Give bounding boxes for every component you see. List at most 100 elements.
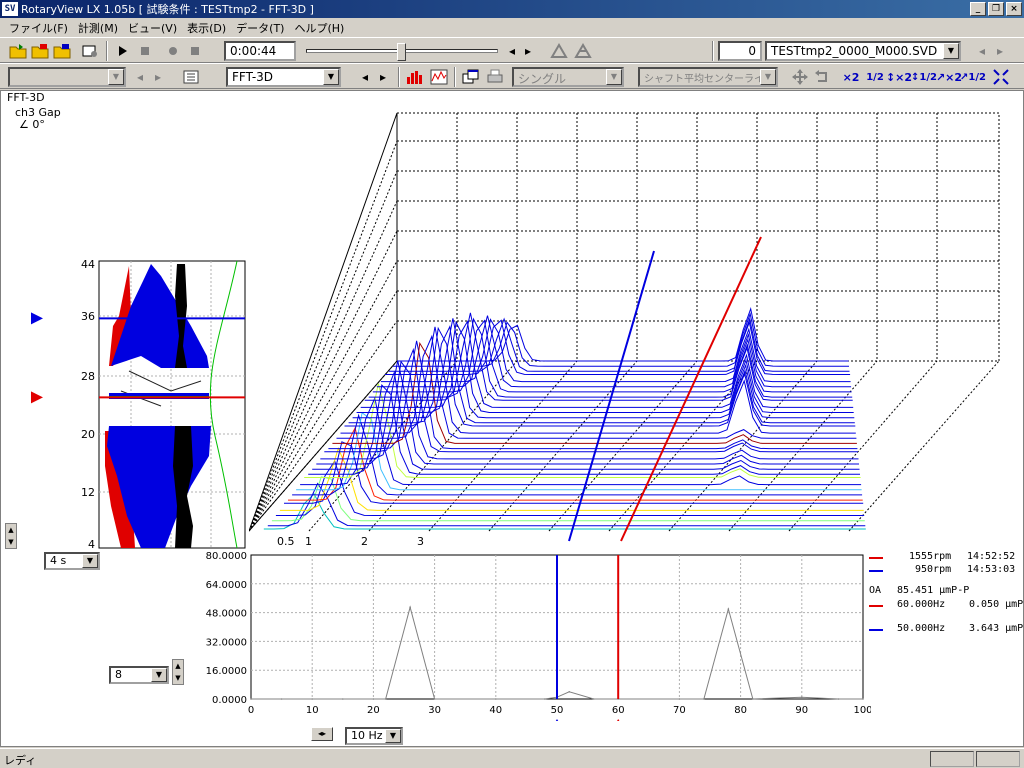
red-triangle-marker-icon[interactable]	[612, 719, 624, 721]
spectrum-x-axis: 0 10 20 30 40 50 60 70 80 90 100	[248, 705, 871, 716]
play-icon[interactable]	[114, 41, 132, 61]
legend-value-row: 50.000Hz 3.643 μmP	[869, 623, 1023, 637]
legend-time: 14:53:03	[967, 564, 1016, 575]
legend-time: 14:52:52	[967, 551, 1016, 562]
freq-shift-icon[interactable]: ◂▸	[311, 727, 333, 741]
print-icon[interactable]	[484, 67, 506, 87]
move-icon[interactable]	[790, 67, 810, 87]
spectrum-point	[678, 698, 681, 700]
bar-chart-icon[interactable]	[404, 67, 426, 87]
freq-range-value: 10 Hz	[351, 729, 383, 742]
menu-help[interactable]: ヘルプ(H)	[289, 19, 349, 37]
spectrum-y-tick: 0.0000	[212, 695, 247, 706]
spectrum-point	[280, 698, 283, 700]
open-condition-icon[interactable]	[30, 41, 50, 61]
time-range-select[interactable]: 4 s ▼	[44, 552, 100, 570]
line-select[interactable]: シャフト平均センターライン ▼	[638, 67, 778, 87]
minimize-button[interactable]: _	[970, 2, 986, 16]
stop-record-icon[interactable]	[186, 41, 204, 61]
next-channel-icon[interactable]: ▸	[151, 67, 165, 87]
freq-range-select[interactable]: 10 Hz ▼	[345, 727, 403, 745]
angle-label: ∠ 0°	[19, 118, 45, 131]
zoom-y-in-icon[interactable]: ↕×2	[886, 67, 912, 87]
menu-file[interactable]: ファイル(F)	[4, 19, 73, 37]
spinner-down-icon[interactable]: ▼	[6, 536, 16, 548]
spectrum-x-tick: 40	[489, 705, 502, 716]
legend-freq: 60.000Hz	[897, 599, 946, 610]
spectrum-x-tick: 20	[367, 705, 380, 716]
chevron-down-icon[interactable]: ▼	[108, 69, 124, 85]
legend-amp: 3.643 μmP	[969, 623, 1024, 634]
menu-measure[interactable]: 計測(M)	[73, 19, 123, 37]
zoom-x-out-icon[interactable]: 1/2	[864, 67, 886, 87]
spectrum-x-tick: 50	[551, 705, 564, 716]
waterfall-axis-label: 1	[305, 535, 312, 548]
next-view-icon[interactable]: ▸	[376, 67, 390, 87]
chevron-down-icon[interactable]: ▼	[151, 668, 167, 682]
red-cursor-marker-icon[interactable]	[31, 391, 43, 404]
chevron-down-icon[interactable]: ▼	[760, 69, 776, 85]
toolbar-view: ▼ ◂ ▸ FFT-3D ▼ ◂ ▸ シングル ▼ シャフト平均センターライン …	[0, 63, 1024, 89]
file-select[interactable]: TESTtmp2_0000_M000.SVD ▼	[765, 41, 961, 61]
spinner-up-icon[interactable]: ▲	[6, 524, 16, 536]
spectrum-y-tick: 64.0000	[206, 580, 247, 591]
undo-icon[interactable]	[812, 67, 832, 87]
view-select[interactable]: FFT-3D ▼	[226, 67, 341, 87]
zoom-y-out-icon[interactable]: ↕1/2	[911, 67, 937, 87]
open-folder-icon[interactable]	[8, 41, 28, 61]
chevron-down-icon[interactable]: ▼	[943, 43, 959, 59]
chevron-down-icon[interactable]: ▼	[323, 69, 339, 85]
chevron-down-icon[interactable]: ▼	[82, 554, 98, 568]
seek-slider-thumb[interactable]	[397, 43, 406, 61]
spectrum-point	[862, 698, 864, 700]
record-icon[interactable]	[164, 41, 182, 61]
menu-display[interactable]: 表示(D)	[182, 19, 231, 37]
restore-button[interactable]: ❐	[988, 2, 1004, 16]
menu-data[interactable]: データ(T)	[231, 19, 289, 37]
mode-select[interactable]: シングル ▼	[512, 67, 624, 87]
spectrum-point	[568, 691, 571, 693]
blue-cursor-marker-icon[interactable]	[31, 312, 43, 325]
waveform-icon[interactable]	[428, 67, 450, 87]
zoom-x-in-icon[interactable]: ×2	[840, 67, 862, 87]
list-icon[interactable]	[180, 67, 202, 87]
spectrum-x-tick: 10	[306, 705, 319, 716]
fit-icon[interactable]	[990, 67, 1012, 87]
step-forward-icon[interactable]: ▸	[521, 41, 535, 61]
zoom-z-out-icon[interactable]: ↗1/2	[960, 67, 986, 87]
copy-window-icon[interactable]	[460, 67, 482, 87]
prev-file-icon[interactable]: ◂	[975, 41, 989, 61]
next-file-icon[interactable]: ▸	[993, 41, 1007, 61]
prev-view-icon[interactable]: ◂	[358, 67, 372, 87]
app-icon: SV	[2, 2, 18, 16]
view-select-value: FFT-3D	[232, 70, 274, 84]
stop-icon[interactable]	[136, 41, 154, 61]
chevron-down-icon[interactable]: ▼	[385, 729, 401, 743]
menu-view[interactable]: ビュー(V)	[123, 19, 182, 37]
spectrum-y-tick: 80.0000	[206, 551, 247, 562]
line-count-select[interactable]: 8 ▼	[109, 666, 169, 684]
side-y-tick: 36	[81, 310, 95, 323]
spectrum-2d-plot: 80.0000 64.0000 48.0000 32.0000 16.0000 0.000…	[206, 551, 871, 721]
mark-icon[interactable]	[548, 41, 570, 61]
blue-triangle-marker-icon[interactable]	[551, 719, 563, 721]
mark-edit-icon[interactable]	[572, 41, 594, 61]
prev-channel-icon[interactable]: ◂	[133, 67, 147, 87]
close-button[interactable]: ×	[1006, 2, 1022, 16]
side-spinner[interactable]: ▲ ▼	[5, 523, 17, 549]
zoom-z-in-icon[interactable]: ↗×2	[936, 67, 962, 87]
chevron-down-icon[interactable]: ▼	[606, 69, 622, 85]
spectrum-point	[372, 698, 375, 700]
title-bar: SV RotaryView LX 1.05b [ 試験条件 : TESTtmp2…	[0, 0, 1024, 18]
spectrum-point	[311, 698, 313, 700]
oa-value: 85.451 μmP-P	[897, 585, 970, 596]
status-cell	[976, 751, 1020, 767]
spectrum-x-tick: 80	[734, 705, 747, 716]
step-back-icon[interactable]: ◂	[505, 41, 519, 61]
settings-icon[interactable]	[80, 41, 100, 61]
spectrum-y-axis: 80.0000 64.0000 48.0000 32.0000 16.0000 0.000…	[206, 551, 247, 706]
save-folder-icon[interactable]	[52, 41, 72, 61]
legend-panel: 1555rpm 14:52:52 950rpm 14:53:03 OA 85.4…	[869, 551, 1023, 637]
channel-select[interactable]: ▼	[8, 67, 126, 87]
side-y-tick: 28	[81, 370, 95, 383]
